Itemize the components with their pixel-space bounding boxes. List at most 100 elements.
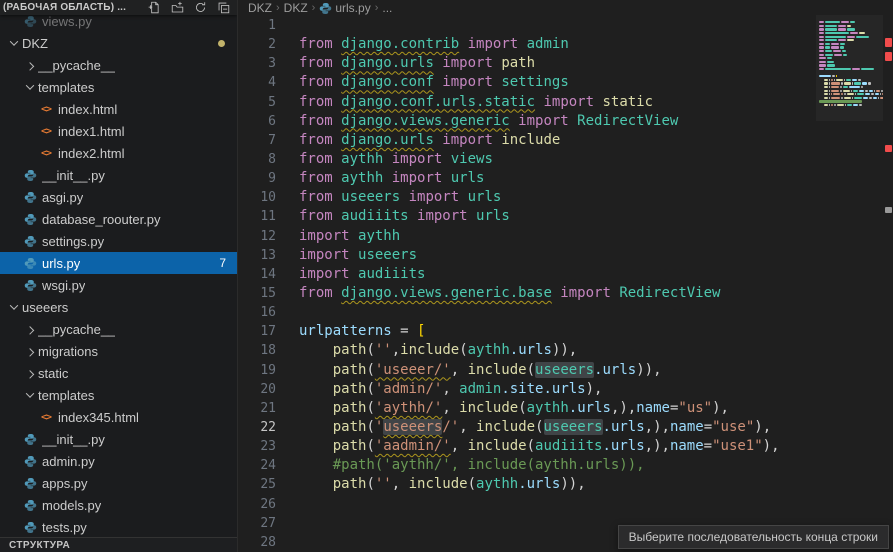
code-line-8[interactable]: 8from aythh import views — [238, 150, 879, 169]
line-number[interactable]: 11 — [238, 207, 276, 226]
line-number[interactable]: 15 — [238, 284, 276, 303]
tree-item-migrations[interactable]: migrations — [0, 340, 237, 362]
error-mark — [885, 52, 892, 61]
code-line-14[interactable]: 14import audiiits — [238, 265, 879, 284]
python-icon — [22, 235, 38, 248]
line-number[interactable]: 6 — [238, 112, 276, 131]
tree-item-useeers[interactable]: useeers — [0, 296, 237, 318]
code-line-15[interactable]: 15from django.views.generic.base import … — [238, 284, 879, 303]
code-line-23[interactable]: 23 path('aadmin/', include(audiiits.urls… — [238, 437, 879, 456]
line-number[interactable]: 12 — [238, 227, 276, 246]
line-number[interactable]: 21 — [238, 399, 276, 418]
breadcrumb-item[interactable]: DKZ — [284, 1, 308, 15]
line-number[interactable]: 28 — [238, 533, 276, 552]
overview-ruler[interactable] — [883, 0, 893, 552]
tree-item-wsgi-py[interactable]: wsgi.py — [0, 274, 237, 296]
breadcrumb-item[interactable]: DKZ — [248, 1, 272, 15]
line-number[interactable]: 2 — [238, 35, 276, 54]
minimap[interactable] — [816, 15, 883, 121]
chevron-right-icon — [22, 348, 38, 354]
line-number[interactable]: 22 — [238, 418, 276, 437]
tree-item-label: index.html — [58, 102, 117, 117]
collapse-all-icon[interactable] — [216, 1, 230, 15]
code-line-1[interactable]: 1 — [238, 16, 879, 35]
line-number[interactable]: 10 — [238, 188, 276, 207]
line-number[interactable]: 7 — [238, 131, 276, 150]
line-number[interactable]: 23 — [238, 437, 276, 456]
line-number[interactable]: 16 — [238, 303, 276, 322]
code-line-24[interactable]: 24 #path('aythh/', include(aythh.urls)), — [238, 456, 879, 475]
refresh-icon[interactable] — [193, 1, 207, 15]
line-number[interactable]: 4 — [238, 73, 276, 92]
tree-item-urls-py[interactable]: urls.py7 — [0, 252, 237, 274]
tree-item-apps-py[interactable]: apps.py — [0, 472, 237, 494]
code-line-7[interactable]: 7from django.urls import include — [238, 131, 879, 150]
line-number[interactable]: 17 — [238, 322, 276, 341]
code-line-22[interactable]: 22 path('useeers/', include(useeers.urls… — [238, 418, 879, 437]
html-icon: <> — [38, 412, 54, 423]
code-line-20[interactable]: 20 path('admin/', admin.site.urls), — [238, 380, 879, 399]
scroll-mark — [885, 207, 892, 213]
code-line-4[interactable]: 4from django.conf import settings — [238, 73, 879, 92]
code-line-13[interactable]: 13import useeers — [238, 246, 879, 265]
new-folder-icon[interactable] — [170, 1, 184, 15]
breadcrumb-item[interactable]: urls.py — [319, 0, 370, 16]
code-line-3[interactable]: 3from django.urls import path — [238, 54, 879, 73]
tree-item-settings-py[interactable]: settings.py — [0, 230, 237, 252]
code-area[interactable]: 12from django.contrib import admin3from … — [238, 16, 879, 552]
line-number[interactable]: 14 — [238, 265, 276, 284]
line-number[interactable]: 18 — [238, 341, 276, 360]
code-line-25[interactable]: 25 path('', include(aythh.urls)), — [238, 475, 879, 494]
breadcrumb-item[interactable]: ... — [382, 1, 392, 15]
tree-item-static[interactable]: static — [0, 362, 237, 384]
tree-item-index345-html[interactable]: <>index345.html — [0, 406, 237, 428]
tree-item-asgi-py[interactable]: asgi.py — [0, 186, 237, 208]
line-number[interactable]: 9 — [238, 169, 276, 188]
tree-item-label: admin.py — [42, 454, 95, 469]
line-number[interactable]: 8 — [238, 150, 276, 169]
line-number[interactable]: 20 — [238, 380, 276, 399]
tree-item-database-roouter-py[interactable]: database_roouter.py — [0, 208, 237, 230]
code-line-17[interactable]: 17urlpatterns = [ — [238, 322, 879, 341]
chevron-down-icon — [22, 84, 38, 90]
line-number[interactable]: 25 — [238, 475, 276, 494]
code-line-10[interactable]: 10from useeers import urls — [238, 188, 879, 207]
code-line-26[interactable]: 26 — [238, 495, 879, 514]
line-number[interactable]: 5 — [238, 93, 276, 112]
tree-item-init-py[interactable]: __init__.py — [0, 164, 237, 186]
line-number[interactable]: 13 — [238, 246, 276, 265]
code-line-21[interactable]: 21 path('aythh/', include(aythh.urls,),n… — [238, 399, 879, 418]
tree-item-index-html[interactable]: <>index.html — [0, 98, 237, 120]
code-line-2[interactable]: 2from django.contrib import admin — [238, 35, 879, 54]
code-line-11[interactable]: 11from audiiits import urls — [238, 207, 879, 226]
code-line-12[interactable]: 12import aythh — [238, 227, 879, 246]
line-number[interactable]: 26 — [238, 495, 276, 514]
tree-item-tests-py[interactable]: tests.py — [0, 516, 237, 538]
code-line-16[interactable]: 16 — [238, 303, 879, 322]
tree-item-index1-html[interactable]: <>index1.html — [0, 120, 237, 142]
line-number[interactable]: 1 — [238, 16, 276, 35]
new-file-icon[interactable] — [147, 1, 161, 15]
line-number[interactable]: 3 — [238, 54, 276, 73]
code-line-5[interactable]: 5from django.conf.urls.static import sta… — [238, 93, 879, 112]
tree-item-label: __pycache__ — [38, 58, 115, 73]
code-line-19[interactable]: 19 path('useeer/', include(useeers.urls)… — [238, 361, 879, 380]
line-number[interactable]: 24 — [238, 456, 276, 475]
tree-item-templates[interactable]: templates — [0, 76, 237, 98]
tree-item-templates[interactable]: templates — [0, 384, 237, 406]
tree-item-pycache[interactable]: __pycache__ — [0, 318, 237, 340]
tree-item-label: settings.py — [42, 234, 104, 249]
explorer-section-header[interactable]: (РАБОЧАЯ ОБЛАСТЬ) ... — [0, 0, 237, 15]
line-number[interactable]: 27 — [238, 514, 276, 533]
tree-item-index2-html[interactable]: <>index2.html — [0, 142, 237, 164]
tree-item-admin-py[interactable]: admin.py — [0, 450, 237, 472]
code-line-9[interactable]: 9from aythh import urls — [238, 169, 879, 188]
tree-item-dkz[interactable]: DKZ — [0, 32, 237, 54]
tree-item-init-py[interactable]: __init__.py — [0, 428, 237, 450]
code-line-6[interactable]: 6from django.views.generic import Redire… — [238, 112, 879, 131]
code-line-18[interactable]: 18 path('',include(aythh.urls)), — [238, 341, 879, 360]
tree-item-models-py[interactable]: models.py — [0, 494, 237, 516]
tree-item-pycache[interactable]: __pycache__ — [0, 54, 237, 76]
outline-section-header[interactable]: СТРУКТУРА — [0, 537, 237, 552]
line-number[interactable]: 19 — [238, 361, 276, 380]
